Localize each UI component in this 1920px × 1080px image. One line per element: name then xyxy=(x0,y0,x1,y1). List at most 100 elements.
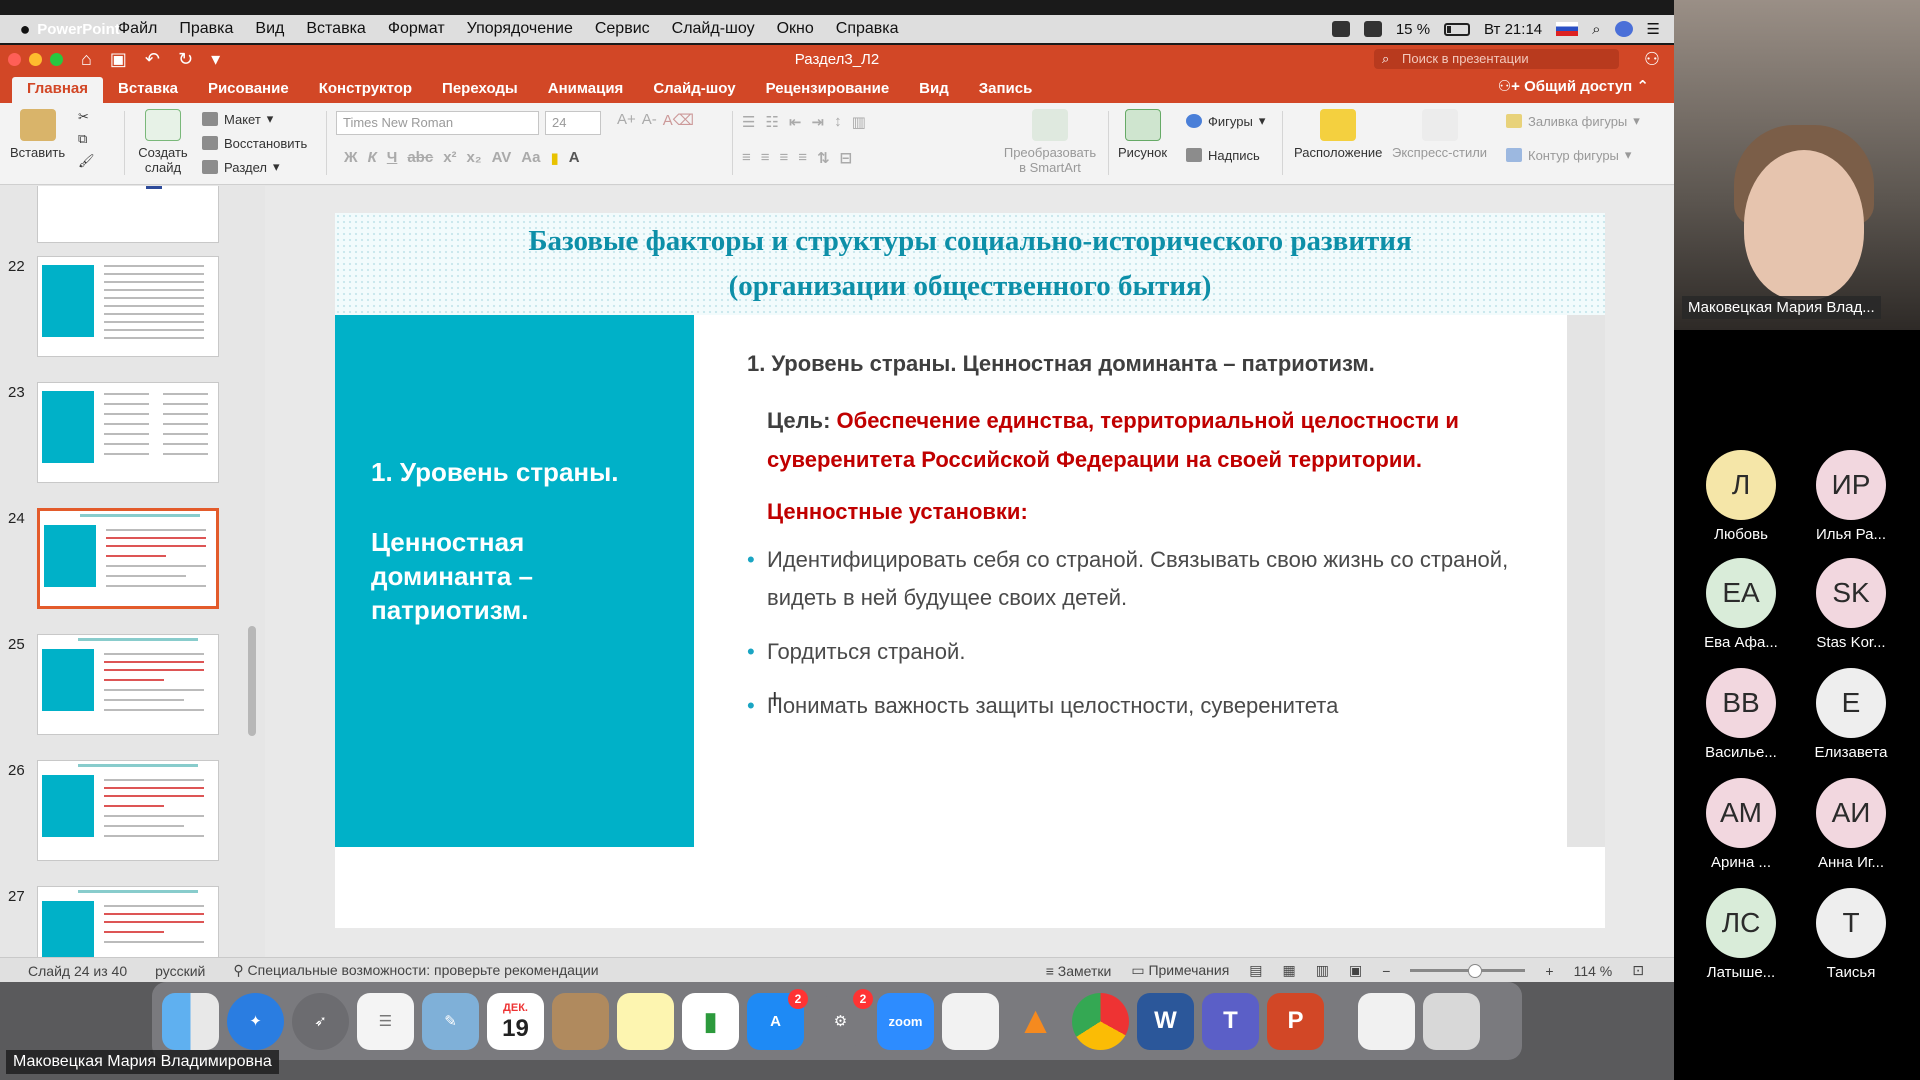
quick-styles-button[interactable]: Экспресс-стили xyxy=(1392,109,1487,160)
zoom-level[interactable]: 114 % xyxy=(1574,963,1613,979)
thumbnail-slide-23[interactable]: 23 xyxy=(0,382,240,492)
clear-format-icon[interactable]: A⌫ xyxy=(663,111,694,135)
vlc-icon[interactable]: ▲ xyxy=(1007,993,1064,1050)
thumbnail-slide-24[interactable]: 24 xyxy=(0,508,240,618)
align-left-icon[interactable]: ≡ xyxy=(742,149,751,167)
chrome-icon[interactable] xyxy=(1072,992,1129,1050)
textbox-button[interactable]: Надпись xyxy=(1186,143,1265,167)
text-direction-icon[interactable]: ⇅ xyxy=(817,149,830,167)
tab-view[interactable]: Вид xyxy=(904,77,964,103)
participant-tile[interactable]: EA Ева Афа... xyxy=(1686,558,1796,651)
slide-canvas[interactable]: Базовые факторы и структуры социально-ис… xyxy=(335,213,1605,928)
line-spacing-icon[interactable]: ↕ xyxy=(834,113,842,131)
tab-draw[interactable]: Рисование xyxy=(193,77,304,103)
battery-icon[interactable] xyxy=(1444,22,1471,36)
highlight-icon[interactable]: ▮ xyxy=(550,149,558,167)
subscript-icon[interactable]: x₂ xyxy=(467,149,482,167)
participant-tile[interactable]: Е Елизавета xyxy=(1796,668,1906,761)
slide-sorter-icon[interactable]: ▦ xyxy=(1283,962,1296,979)
format-painter-icon[interactable]: 🖌 xyxy=(78,153,95,169)
shape-fill-button[interactable]: Заливка фигуры ▾ xyxy=(1506,109,1640,133)
menu-item-tools[interactable]: Сервис xyxy=(584,20,661,38)
home-icon[interactable]: ⌂ xyxy=(81,49,92,70)
shrink-font-icon[interactable]: A- xyxy=(642,111,657,135)
font-name-select[interactable]: Times New Roman xyxy=(336,111,539,135)
tab-record[interactable]: Запись xyxy=(964,77,1048,103)
user-icon[interactable] xyxy=(1331,21,1350,37)
layout-button[interactable]: Макет ▾ xyxy=(202,107,307,131)
notes-button[interactable]: ≡ Заметки xyxy=(1046,963,1112,979)
strikethrough-icon[interactable]: abc xyxy=(407,149,433,167)
notes-icon[interactable] xyxy=(617,992,674,1050)
minimize-window-button[interactable] xyxy=(29,52,42,66)
numbering-icon[interactable]: ☷ xyxy=(765,113,778,131)
participant-tile[interactable]: ИР Илья Ра... xyxy=(1796,450,1906,543)
calendar-icon[interactable]: ДЕК. 19 xyxy=(487,992,544,1050)
zoom-window-button[interactable] xyxy=(50,52,63,66)
char-spacing-icon[interactable]: AV xyxy=(492,149,512,167)
shapes-button[interactable]: Фигуры ▾ xyxy=(1186,109,1265,133)
slide-content-box[interactable]: 1. Уровень страны. Ценностная доминанта … xyxy=(747,351,1567,741)
speaker-video[interactable]: Маковецкая Мария Влад... xyxy=(1674,0,1920,330)
section-button[interactable]: Раздел ▾ xyxy=(202,155,307,179)
share-button[interactable]: ⚇+ Общий доступ ⌃ xyxy=(1498,77,1649,95)
tab-review[interactable]: Рецензирование xyxy=(751,77,905,103)
decrease-indent-icon[interactable]: ⇤ xyxy=(789,113,802,131)
siri-icon[interactable] xyxy=(1614,21,1633,37)
menu-item-help[interactable]: Справка xyxy=(825,20,910,38)
normal-view-icon[interactable]: ▤ xyxy=(1249,962,1262,979)
reminders-icon[interactable]: ☰ xyxy=(357,992,414,1050)
profile-icon[interactable]: ⚇ xyxy=(1644,49,1660,70)
tab-design[interactable]: Конструктор xyxy=(304,77,427,103)
font-size-select[interactable]: 24 xyxy=(545,111,601,135)
justify-icon[interactable]: ≡ xyxy=(798,149,807,167)
participant-tile[interactable]: Т Таисья xyxy=(1796,888,1906,981)
superscript-icon[interactable]: x² xyxy=(443,149,456,167)
menu-item-edit[interactable]: Правка xyxy=(168,20,244,38)
arrange-button[interactable]: Расположение xyxy=(1294,109,1382,160)
tab-home[interactable]: Главная xyxy=(12,77,104,103)
language-indicator[interactable]: русский xyxy=(155,963,205,979)
participant-tile[interactable]: АМ Арина ... xyxy=(1686,778,1796,871)
underline-icon[interactable]: Ч xyxy=(387,149,398,167)
redo-icon[interactable]: ↻ xyxy=(178,49,193,70)
columns-icon[interactable]: ▥ xyxy=(852,113,866,131)
teams-icon[interactable]: T xyxy=(1202,992,1259,1050)
menu-item-window[interactable]: Окно xyxy=(766,20,825,38)
word-icon[interactable]: W xyxy=(1137,992,1194,1050)
bold-icon[interactable]: Ж xyxy=(344,149,358,167)
tab-animations[interactable]: Анимация xyxy=(533,77,639,103)
control-center-icon[interactable]: ☰ xyxy=(1647,20,1660,38)
comments-button[interactable]: ▭ Примечания xyxy=(1131,962,1229,979)
align-right-icon[interactable]: ≡ xyxy=(780,149,789,167)
thumbnail-slide-22[interactable]: 22 xyxy=(0,256,240,366)
downloads-stack-icon[interactable] xyxy=(1358,992,1415,1050)
trash-icon[interactable] xyxy=(1423,992,1480,1050)
cut-icon[interactable]: ✂ xyxy=(78,109,95,125)
tab-slideshow[interactable]: Слайд-шоу xyxy=(638,77,750,103)
slide-title-box[interactable]: Базовые факторы и структуры социально-ис… xyxy=(335,213,1605,315)
launchpad-icon[interactable]: ➶ xyxy=(292,992,349,1050)
tab-transitions[interactable]: Переходы xyxy=(427,77,533,103)
convert-smartart-button[interactable]: Преобразовать в SmartArt xyxy=(1000,109,1100,175)
participant-tile[interactable]: Л Любовь xyxy=(1686,450,1796,543)
shape-outline-button[interactable]: Контур фигуры ▾ xyxy=(1506,143,1640,167)
left-accent-panel[interactable]: 1. Уровень страны. Ценностная доминанта … xyxy=(335,315,694,847)
participant-tile[interactable]: ВВ Василье... xyxy=(1686,668,1796,761)
menu-item-format[interactable]: Формат xyxy=(377,20,456,38)
thumbnail-slide-25[interactable]: 25 xyxy=(0,634,240,744)
font-color-icon[interactable]: A xyxy=(569,149,580,167)
wifi-icon[interactable] xyxy=(1363,21,1382,37)
thumbnail-slide-21[interactable] xyxy=(0,186,240,252)
spotlight-icon[interactable]: ⌕ xyxy=(1592,21,1600,38)
copy-icon[interactable]: ⧉ xyxy=(78,131,95,147)
paste-button[interactable]: Вставить xyxy=(10,109,65,160)
menu-item-view[interactable]: Вид xyxy=(244,20,295,38)
fit-to-window-icon[interactable]: ⊡ xyxy=(1632,962,1644,979)
zoom-out-button[interactable]: − xyxy=(1382,963,1390,979)
participant-tile[interactable]: ЛС Латыше... xyxy=(1686,888,1796,981)
menu-item-insert[interactable]: Вставка xyxy=(295,20,376,38)
slideshow-view-icon[interactable]: ▣ xyxy=(1349,962,1362,979)
app-store-icon[interactable]: A2 xyxy=(747,988,808,1050)
reset-button[interactable]: Восстановить xyxy=(202,131,307,155)
